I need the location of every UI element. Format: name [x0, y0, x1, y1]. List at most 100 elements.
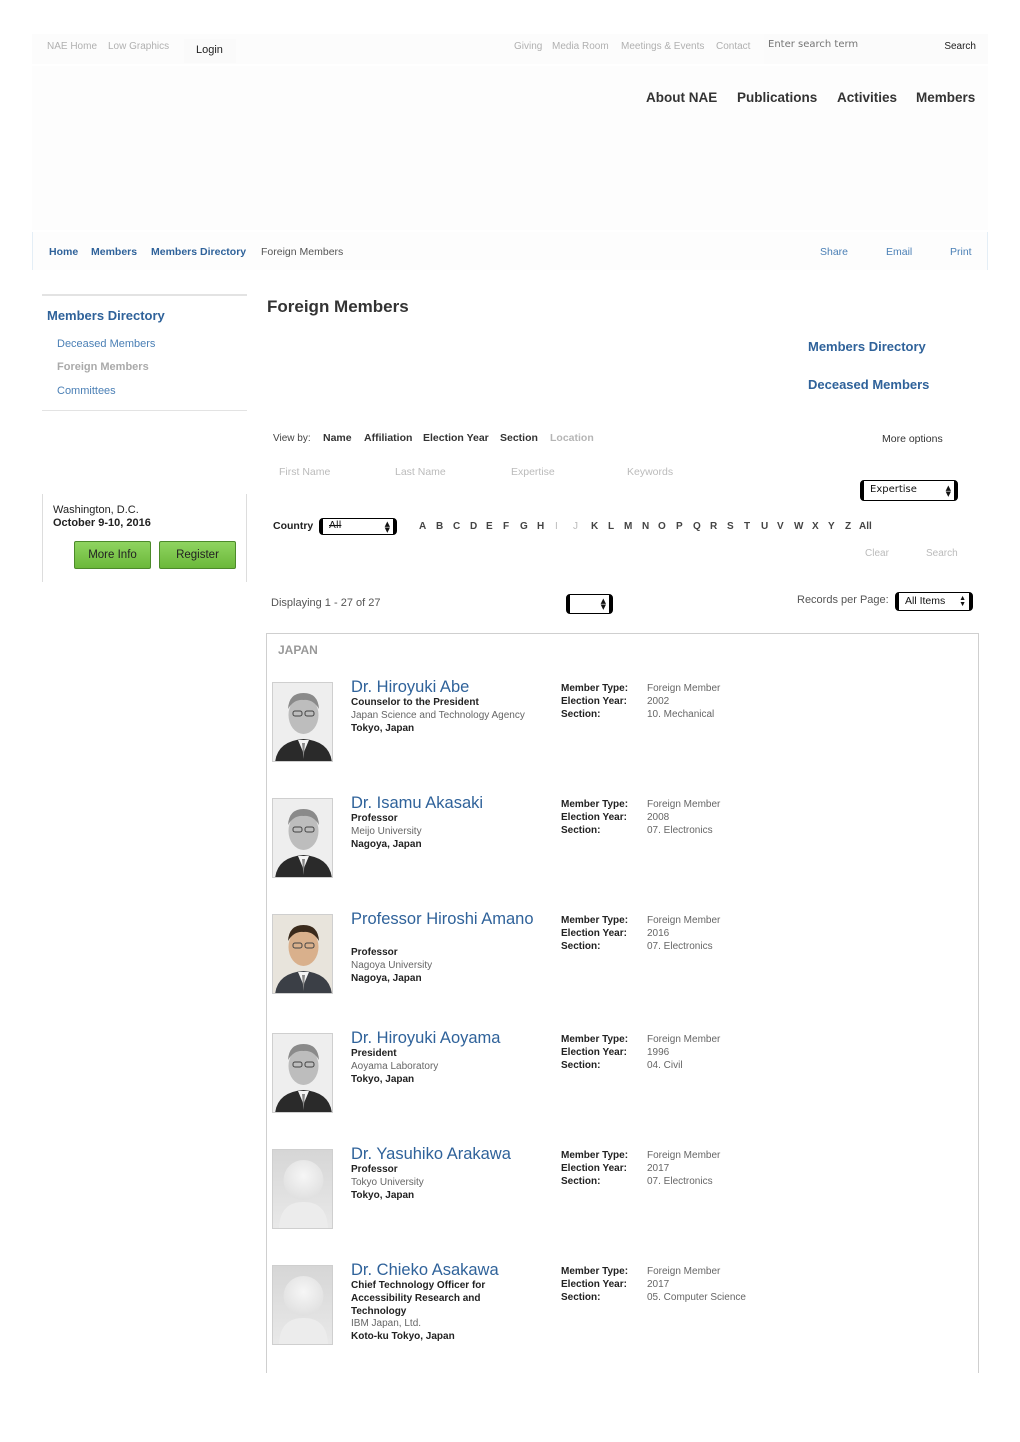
nae-home-link[interactable]: NAE Home	[47, 41, 97, 52]
sidebar-item-committees[interactable]: Committees	[57, 385, 116, 397]
letter-filter-h[interactable]: H	[537, 521, 544, 532]
section-value: 07. Electronics	[647, 825, 713, 836]
select-arrows-icon: ▲ ▼	[959, 594, 966, 608]
member-photo[interactable]	[272, 798, 333, 878]
member-name-link[interactable]: Dr. Hiroyuki Abe	[351, 678, 551, 696]
nav-publications[interactable]: Publications	[737, 90, 817, 105]
letter-filter-u[interactable]: U	[761, 521, 768, 532]
keywords-input[interactable]	[627, 466, 737, 478]
letter-filter-q[interactable]: Q	[693, 521, 701, 532]
letter-filter-o[interactable]: O	[658, 521, 666, 532]
letter-filter-j[interactable]: J	[573, 521, 578, 532]
view-by-name[interactable]: Name	[323, 432, 352, 444]
more-options-link[interactable]: More options	[882, 433, 943, 445]
country-label: Country	[273, 520, 314, 532]
print-link[interactable]: Print	[950, 246, 972, 258]
filter-search-button[interactable]: Search	[926, 548, 958, 559]
letter-filter-p[interactable]: P	[676, 521, 683, 532]
letter-filter-all[interactable]: All	[859, 521, 872, 532]
view-by-affiliation[interactable]: Affiliation	[364, 432, 412, 444]
member-location: Nagoya, Japan	[351, 972, 422, 984]
letter-filter-v[interactable]: V	[777, 521, 784, 532]
letter-filter-d[interactable]: D	[470, 521, 477, 532]
meetings-events-link[interactable]: Meetings & Events	[621, 41, 704, 52]
letter-filter-x[interactable]: X	[812, 521, 819, 532]
letter-filter-s[interactable]: S	[727, 521, 734, 532]
member-name-link[interactable]: Dr. Isamu Akasaki	[351, 794, 551, 812]
letter-filter-e[interactable]: E	[486, 521, 493, 532]
member-affiliation: Aoyama Laboratory	[351, 1060, 439, 1072]
letter-filter-y[interactable]: Y	[828, 521, 835, 532]
letter-filter-i[interactable]: I	[555, 521, 558, 532]
letter-filter-c[interactable]: C	[453, 521, 460, 532]
view-by-section[interactable]: Section	[500, 432, 538, 444]
sidebar-title[interactable]: Members Directory	[47, 308, 165, 323]
member-photo[interactable]	[272, 682, 333, 762]
letter-filter-b[interactable]: B	[436, 521, 443, 532]
nav-about-nae[interactable]: About NAE	[646, 90, 717, 105]
member-name-link[interactable]: Dr. Chieko Asakawa	[351, 1261, 551, 1279]
letter-filter-a[interactable]: A	[419, 521, 426, 532]
member-affiliation: Japan Science and Technology Agency	[351, 709, 525, 721]
letter-filter-t[interactable]: T	[744, 521, 750, 532]
last-name-input[interactable]	[395, 466, 505, 478]
giving-link[interactable]: Giving	[514, 41, 542, 52]
site-search-button[interactable]: Search	[944, 41, 976, 52]
letter-filter-g[interactable]: G	[520, 521, 528, 532]
page-select[interactable]: ▲ ▼	[566, 594, 613, 614]
contact-link[interactable]: Contact	[716, 41, 750, 52]
breadcrumb-members-directory[interactable]: Members Directory	[151, 246, 246, 258]
member-type-label: Member Type:	[561, 799, 629, 810]
letter-filter-z[interactable]: Z	[845, 521, 851, 532]
breadcrumb-members[interactable]: Members	[91, 246, 137, 258]
election-year-value: 2002	[647, 696, 670, 707]
site-search-input[interactable]	[768, 39, 918, 50]
event-location: Washington, D.C.	[53, 504, 139, 516]
member-type-label: Member Type:	[561, 1266, 629, 1277]
member-name-link[interactable]: Dr. Yasuhiko Arakawa	[351, 1145, 551, 1163]
letter-filter-m[interactable]: M	[624, 521, 632, 532]
letter-filter-n[interactable]: N	[642, 521, 649, 532]
expertise-input[interactable]	[511, 466, 621, 478]
member-location: Tokyo, Japan	[351, 1073, 415, 1085]
low-graphics-link[interactable]: Low Graphics	[108, 41, 169, 52]
member-photo[interactable]	[272, 1265, 333, 1345]
letter-filter-l[interactable]: L	[608, 521, 614, 532]
deceased-members-link[interactable]: Deceased Members	[808, 377, 929, 392]
member-row: Dr. Hiroyuki Abe Counselor to the Preside…	[272, 678, 972, 782]
member-name-link[interactable]: Dr. Hiroyuki Aoyama	[351, 1029, 551, 1047]
letter-filter-k[interactable]: K	[591, 521, 598, 532]
member-photo[interactable]	[272, 914, 333, 994]
login-button[interactable]: Login	[184, 39, 236, 63]
sidebar-item-foreign-members[interactable]: Foreign Members	[57, 361, 149, 373]
letter-filter-w[interactable]: W	[794, 521, 803, 532]
first-name-input[interactable]	[279, 466, 389, 478]
member-title: Professor	[351, 947, 398, 958]
nav-activities[interactable]: Activities	[837, 90, 897, 105]
member-location: Koto-ku Tokyo, Japan	[351, 1331, 455, 1343]
media-room-link[interactable]: Media Room	[552, 41, 609, 52]
view-by-location[interactable]: Location	[550, 432, 594, 444]
country-select[interactable]: All ▲ ▼	[319, 518, 397, 535]
members-directory-link[interactable]: Members Directory	[808, 339, 926, 354]
share-link[interactable]: Share	[820, 246, 848, 258]
letter-filter-r[interactable]: R	[710, 521, 717, 532]
clear-button[interactable]: Clear	[865, 548, 889, 559]
view-by-election-year[interactable]: Election Year	[423, 432, 489, 444]
expertise-select[interactable]: Expertise ▲ ▼	[860, 480, 958, 501]
member-type-label: Member Type:	[561, 1034, 629, 1045]
sidebar-item-deceased-members[interactable]: Deceased Members	[57, 338, 155, 350]
records-per-page-select[interactable]: All Items ▲ ▼	[895, 592, 973, 611]
breadcrumb-home[interactable]: Home	[49, 246, 78, 258]
register-button[interactable]: Register	[159, 541, 236, 569]
email-link[interactable]: Email	[886, 246, 912, 258]
select-arrows-icon: ▲ ▼	[945, 483, 951, 498]
member-photo[interactable]	[272, 1033, 333, 1113]
member-title: Professor	[351, 813, 398, 824]
member-affiliation: Nagoya University	[351, 959, 433, 971]
letter-filter-f[interactable]: F	[503, 521, 509, 532]
member-name-link[interactable]: Professor Hiroshi Amano	[351, 910, 551, 928]
nav-members[interactable]: Members	[916, 90, 975, 105]
more-info-button[interactable]: More Info	[74, 541, 151, 569]
member-photo[interactable]	[272, 1149, 333, 1229]
